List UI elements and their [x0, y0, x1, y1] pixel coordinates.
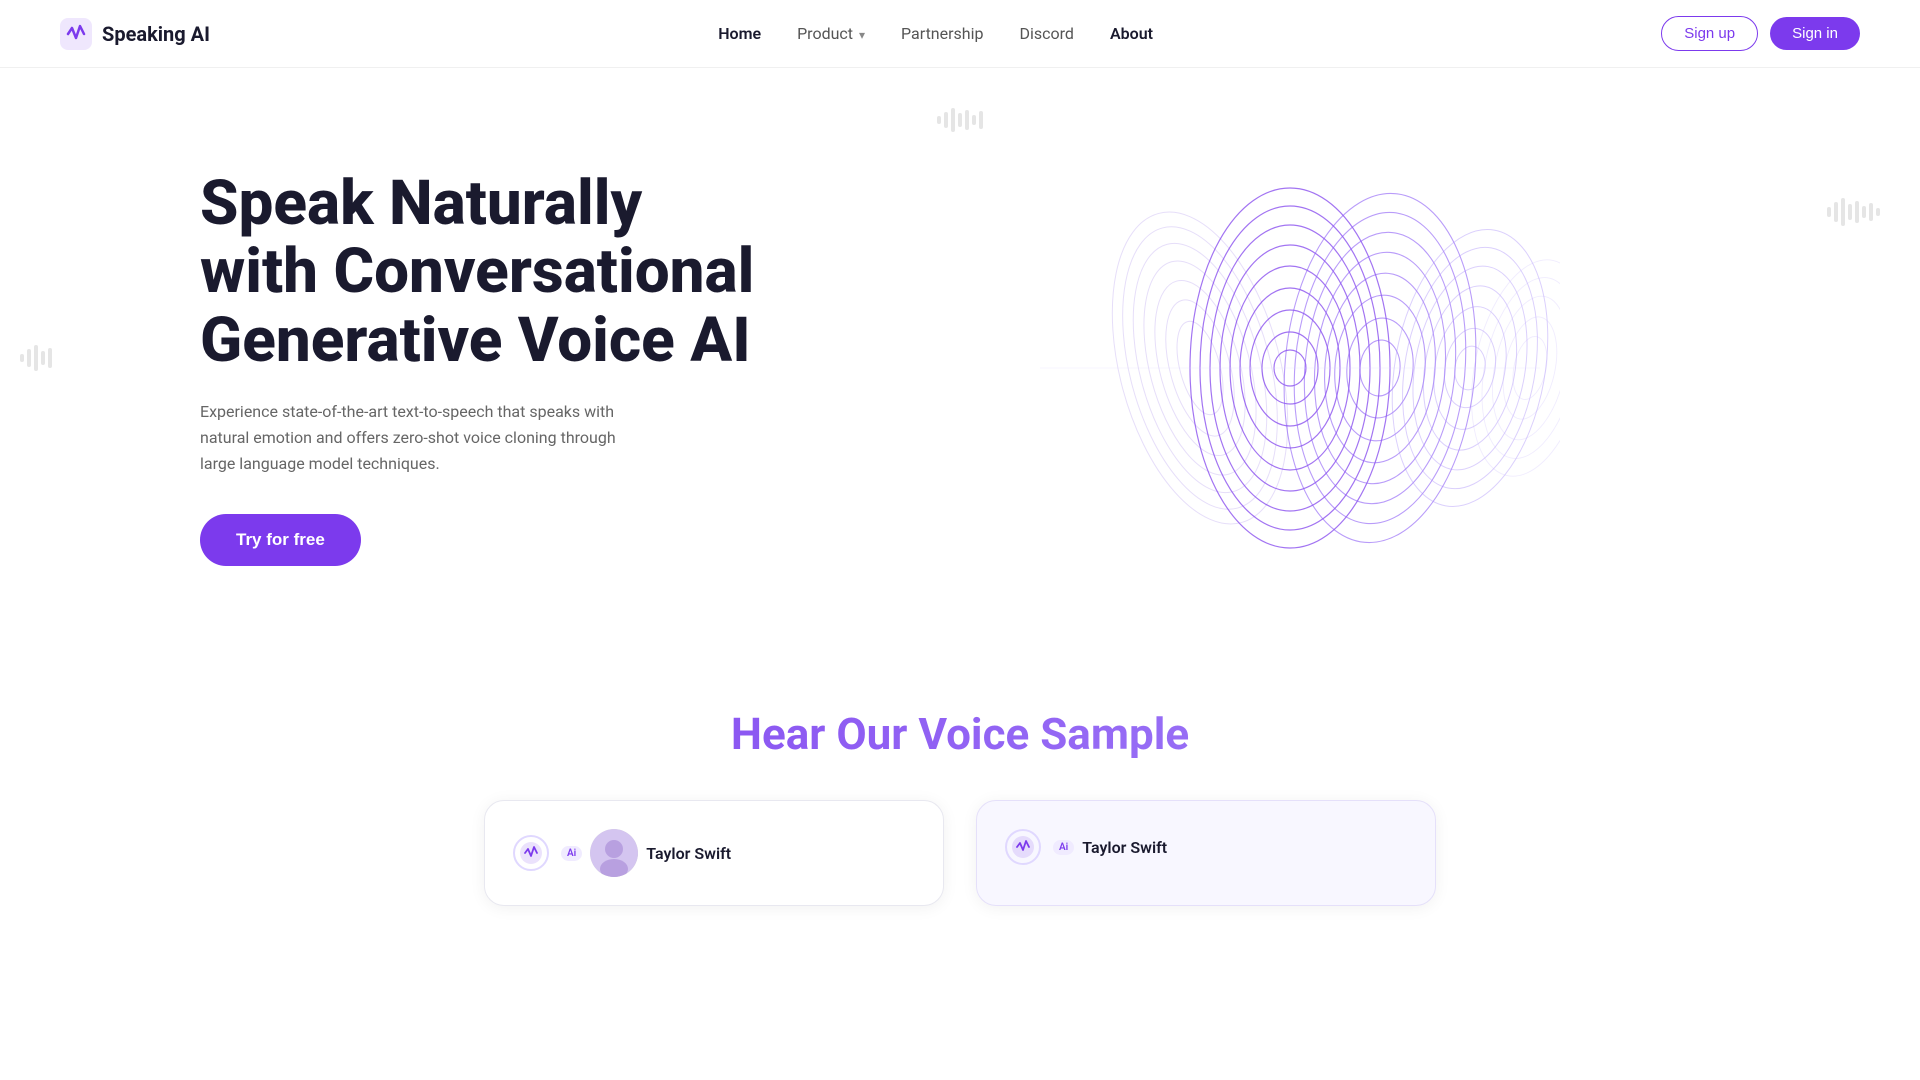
ai-badge-2: Ai [1053, 840, 1074, 855]
audio-bar-decoration-left [20, 345, 52, 371]
nav-link-partnership[interactable]: Partnership [901, 24, 983, 43]
nav-item-home[interactable]: Home [718, 24, 761, 43]
nav-actions: Sign up Sign in [1661, 16, 1860, 51]
nav-item-discord[interactable]: Discord [1020, 24, 1074, 43]
voice-card-1-header: Ai Taylor Swift [513, 829, 915, 877]
voice-name-1: Taylor Swift [646, 844, 731, 863]
navbar: Speaking AI Home Product Partnership Dis… [0, 0, 1920, 68]
signin-button[interactable]: Sign in [1770, 17, 1860, 50]
hero-visual [760, 128, 1800, 608]
voice-card-2-logo [1005, 829, 1041, 865]
signup-button[interactable]: Sign up [1661, 16, 1758, 51]
nav-link-discord[interactable]: Discord [1020, 24, 1074, 43]
ai-badge-1: Ai [561, 846, 582, 861]
voice-sample-section: Hear Our Voice Sample Ai [0, 648, 1920, 946]
nav-link-about[interactable]: About [1110, 24, 1153, 43]
nav-item-partnership[interactable]: Partnership [901, 24, 983, 43]
brand-name: Speaking AI [102, 22, 210, 46]
hero-content: Speak Naturally with Conversational Gene… [200, 170, 760, 566]
voice-card-2: Ai Taylor Swift [976, 800, 1436, 906]
nav-item-about[interactable]: About [1110, 24, 1153, 43]
try-for-free-button[interactable]: Try for free [200, 514, 361, 566]
voice-avatar-1 [590, 829, 638, 877]
nav-link-home[interactable]: Home [718, 24, 761, 43]
hero-section: Speak Naturally with Conversational Gene… [0, 68, 1920, 648]
voice-name-2: Taylor Swift [1082, 838, 1167, 857]
logo-icon [60, 18, 92, 50]
nav-item-product[interactable]: Product [797, 24, 865, 43]
hero-description: Experience state-of-the-art text-to-spee… [200, 399, 640, 478]
nav-links: Home Product Partnership Discord About [718, 24, 1153, 43]
logo-link[interactable]: Speaking AI [60, 18, 210, 50]
hero-title: Speak Naturally with Conversational Gene… [200, 170, 760, 375]
voice-card-1: Ai Taylor Swift [484, 800, 944, 906]
wave-visualization [1000, 168, 1560, 568]
nav-link-product[interactable]: Product [797, 24, 865, 43]
voice-card-2-header: Ai Taylor Swift [1005, 829, 1407, 865]
audio-bar-decoration-right [1827, 198, 1880, 226]
voice-card-1-logo [513, 835, 549, 871]
voice-cards-container: Ai Taylor Swift [100, 800, 1820, 906]
chevron-down-icon [857, 24, 865, 43]
voice-sample-title: Hear Our Voice Sample [100, 708, 1820, 760]
